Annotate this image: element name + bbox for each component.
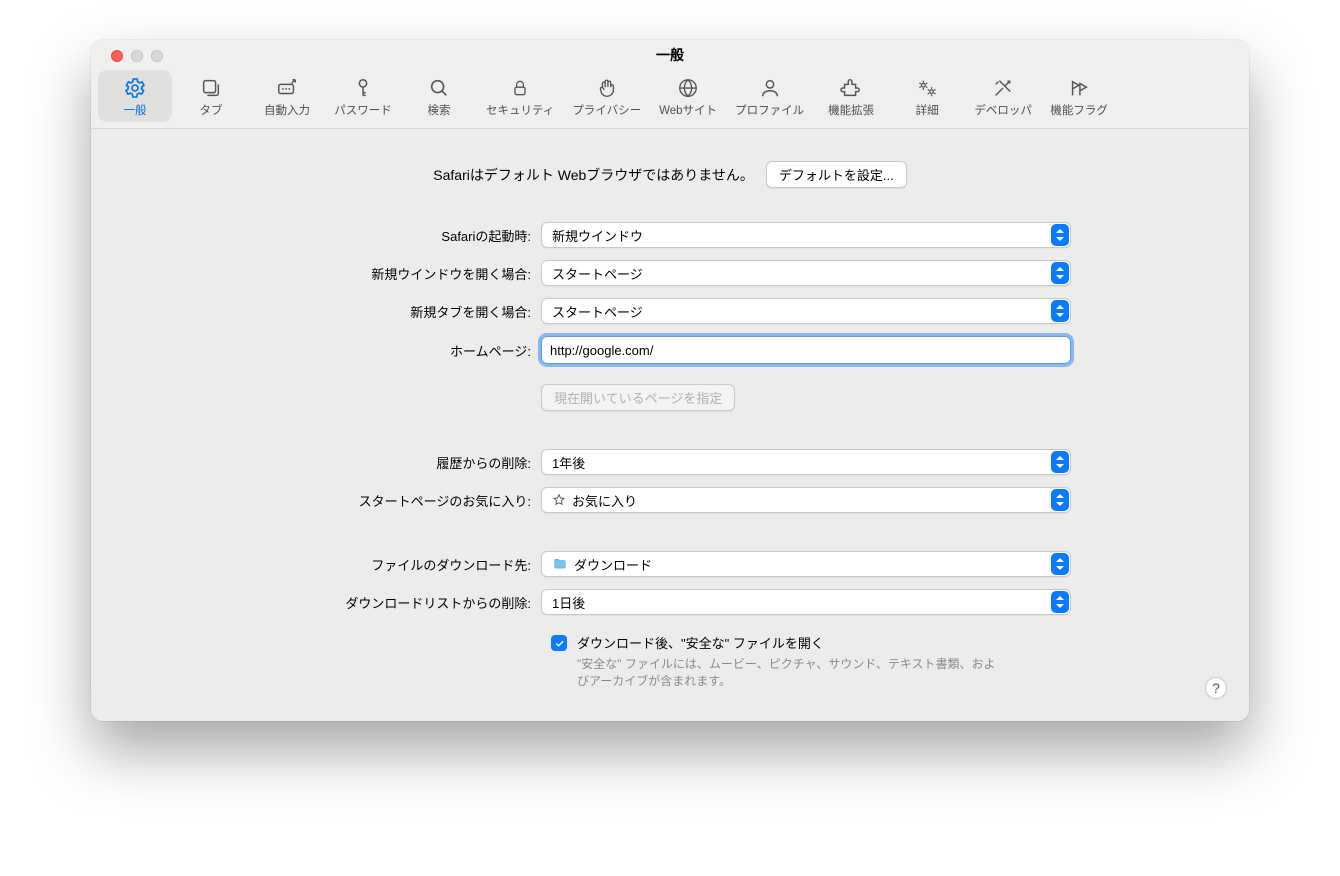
preferences-window: 一般 一般 タブ 自動入力 パスワード bbox=[91, 40, 1249, 721]
download-remove-popup[interactable]: 1日後 bbox=[541, 589, 1071, 615]
chevron-updown-icon bbox=[1051, 591, 1069, 613]
history-remove-popup[interactable]: 1年後 bbox=[541, 449, 1071, 475]
favorites-value: お気に入り bbox=[572, 491, 637, 510]
gear-icon bbox=[123, 76, 147, 100]
window-title: 一般 bbox=[656, 45, 684, 65]
homepage-label: ホームページ: bbox=[121, 341, 541, 360]
new-window-label: 新規ウインドウを開く場合: bbox=[121, 264, 541, 283]
tab-label: プライバシー bbox=[572, 102, 641, 118]
gears-icon bbox=[915, 76, 939, 100]
content-pane: Safariはデフォルト Webブラウザではありません。 デフォルトを設定...… bbox=[91, 129, 1249, 721]
tab-label: 一般 bbox=[124, 102, 147, 118]
notice-text: Safariはデフォルト Webブラウザではありません。 bbox=[433, 165, 754, 185]
lock-icon bbox=[508, 76, 532, 100]
zoom-window-button[interactable] bbox=[151, 50, 163, 62]
download-dest-label: ファイルのダウンロード先: bbox=[121, 555, 541, 574]
startup-popup[interactable]: 新規ウインドウ bbox=[541, 222, 1071, 248]
search-icon bbox=[427, 76, 451, 100]
download-dest-popup[interactable]: ダウンロード bbox=[541, 551, 1071, 577]
tab-label: プロファイル bbox=[735, 102, 804, 118]
download-dest-value: ダウンロード bbox=[574, 555, 652, 574]
tab-label: 機能拡張 bbox=[828, 102, 874, 118]
tab-label: Webサイト bbox=[659, 102, 717, 118]
tabs-icon bbox=[199, 76, 223, 100]
startup-label: Safariの起動時: bbox=[121, 226, 541, 245]
chevron-updown-icon bbox=[1051, 262, 1069, 284]
tools-icon bbox=[991, 76, 1015, 100]
close-window-button[interactable] bbox=[111, 50, 123, 62]
tab-label: セキュリティ bbox=[486, 102, 554, 118]
tab-advanced[interactable]: 詳細 bbox=[890, 70, 964, 122]
open-safe-files-title: ダウンロード後、"安全な" ファイルを開く bbox=[577, 636, 824, 651]
tab-tabs[interactable]: タブ bbox=[174, 70, 248, 122]
new-tab-label: 新規タブを開く場合: bbox=[121, 302, 541, 321]
open-safe-files-text: ダウンロード後、"安全な" ファイルを開く "安全な" ファイルには、ムービー、… bbox=[577, 633, 997, 691]
tab-general[interactable]: 一般 bbox=[98, 70, 172, 122]
traffic-lights bbox=[111, 50, 163, 62]
person-icon bbox=[758, 76, 782, 100]
tab-security[interactable]: セキュリティ bbox=[478, 70, 562, 122]
star-icon bbox=[552, 493, 566, 507]
tab-label: タブ bbox=[200, 102, 223, 118]
set-default-button[interactable]: デフォルトを設定... bbox=[766, 161, 907, 188]
autofill-icon bbox=[275, 76, 299, 100]
tab-passwords[interactable]: パスワード bbox=[326, 70, 400, 122]
new-tab-popup[interactable]: スタートページ bbox=[541, 298, 1071, 324]
favorites-popup[interactable]: お気に入り bbox=[541, 487, 1071, 513]
tab-label: 自動入力 bbox=[264, 102, 310, 118]
titlebar: 一般 bbox=[91, 40, 1249, 70]
tab-developer[interactable]: デベロッパ bbox=[966, 70, 1040, 122]
startup-value: 新規ウインドウ bbox=[552, 226, 643, 245]
chevron-updown-icon bbox=[1051, 224, 1069, 246]
open-safe-files-checkbox[interactable] bbox=[551, 635, 567, 651]
tab-feature-flags[interactable]: 機能フラグ bbox=[1042, 70, 1116, 122]
default-browser-notice: Safariはデフォルト Webブラウザではありません。 デフォルトを設定... bbox=[121, 161, 1219, 188]
history-remove-label: 履歴からの削除: bbox=[121, 453, 541, 472]
chevron-updown-icon bbox=[1051, 489, 1069, 511]
chevron-updown-icon bbox=[1051, 451, 1069, 473]
tab-label: 検索 bbox=[428, 102, 451, 118]
favorites-label: スタートページのお気に入り: bbox=[121, 491, 541, 510]
download-remove-label: ダウンロードリストからの削除: bbox=[121, 593, 541, 612]
hand-icon bbox=[595, 76, 619, 100]
tab-label: 機能フラグ bbox=[1050, 102, 1108, 118]
tab-search[interactable]: 検索 bbox=[402, 70, 476, 122]
download-remove-value: 1日後 bbox=[552, 593, 585, 612]
homepage-input[interactable] bbox=[541, 336, 1071, 364]
flags-icon bbox=[1067, 76, 1091, 100]
new-window-value: スタートページ bbox=[552, 264, 643, 283]
help-button[interactable]: ? bbox=[1205, 677, 1227, 699]
tab-profiles[interactable]: プロファイル bbox=[727, 70, 812, 122]
set-current-page-button[interactable]: 現在開いているページを指定 bbox=[541, 384, 735, 411]
chevron-updown-icon bbox=[1051, 300, 1069, 322]
tab-label: デベロッパ bbox=[974, 102, 1032, 118]
key-icon bbox=[351, 76, 375, 100]
tab-autofill[interactable]: 自動入力 bbox=[250, 70, 324, 122]
new-tab-value: スタートページ bbox=[552, 302, 643, 321]
new-window-popup[interactable]: スタートページ bbox=[541, 260, 1071, 286]
prefs-toolbar: 一般 タブ 自動入力 パスワード 検索 bbox=[91, 70, 1249, 129]
globe-icon bbox=[676, 76, 700, 100]
puzzle-icon bbox=[839, 76, 863, 100]
tab-websites[interactable]: Webサイト bbox=[651, 70, 725, 122]
history-remove-value: 1年後 bbox=[552, 453, 585, 472]
tab-label: 詳細 bbox=[916, 102, 939, 118]
tab-privacy[interactable]: プライバシー bbox=[564, 70, 649, 122]
open-safe-files-subtitle: "安全な" ファイルには、ムービー、ピクチャ、サウンド、テキスト書類、およびアー… bbox=[577, 656, 997, 691]
tab-extensions[interactable]: 機能拡張 bbox=[814, 70, 888, 122]
folder-icon bbox=[552, 557, 568, 571]
tab-label: パスワード bbox=[334, 102, 392, 118]
minimize-window-button[interactable] bbox=[131, 50, 143, 62]
chevron-updown-icon bbox=[1051, 553, 1069, 575]
